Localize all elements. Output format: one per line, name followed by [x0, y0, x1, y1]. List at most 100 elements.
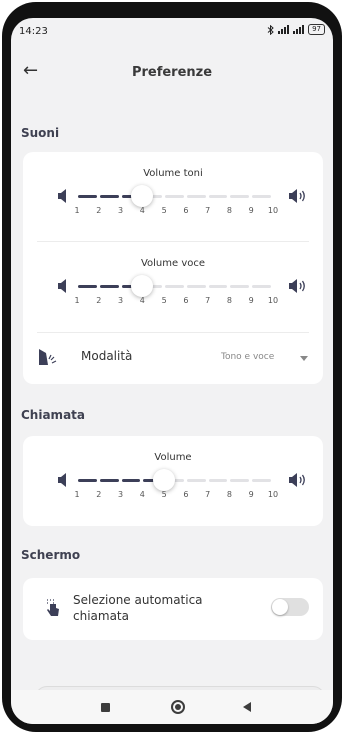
tick-label: 5 — [161, 296, 167, 305]
status-icons: 97 — [267, 24, 325, 35]
screen-card: Selezione automatica chiamata — [23, 578, 323, 640]
phone-frame: 14:23 97 ← Preferenze Suoni Volume toni — [2, 2, 342, 732]
voice-volume-slider[interactable]: Volume voce 1 2 3 4 5 6 7 8 9 10 — [23, 258, 323, 328]
track-segment — [99, 285, 119, 288]
track-segment — [252, 285, 271, 288]
toggle-knob — [272, 599, 288, 615]
volume-low-icon — [58, 279, 66, 293]
tick-label: 1 — [74, 296, 80, 305]
slider-ticks: 1 2 3 4 5 6 7 8 9 10 — [74, 206, 278, 218]
volume-low-icon — [58, 189, 66, 203]
tick-label: 4 — [139, 206, 145, 215]
slider-track[interactable] — [77, 185, 273, 207]
status-bar: 14:23 97 — [11, 18, 333, 44]
tick-label: 1 — [74, 206, 80, 215]
tick-label: 2 — [96, 206, 102, 215]
tone-volume-slider[interactable]: Volume toni 1 2 3 4 5 6 7 8 9 10 — [23, 168, 323, 238]
track-segment — [230, 195, 250, 198]
volume-high-icon — [289, 473, 305, 487]
tick-label: 9 — [248, 206, 254, 215]
volume-high-icon — [289, 279, 305, 293]
track-segment — [165, 285, 184, 288]
tick-label: 6 — [183, 296, 189, 305]
auto-select-label: Selezione automatica chiamata — [73, 593, 203, 623]
track-segment — [252, 195, 271, 198]
track-segment — [165, 195, 184, 198]
track-segment — [78, 479, 97, 482]
track-segment — [121, 479, 141, 482]
track-segment — [186, 285, 206, 288]
track-segment — [230, 285, 250, 288]
back-triangle-icon[interactable] — [243, 702, 251, 712]
tick-label: 7 — [205, 296, 211, 305]
tick-label: 2 — [96, 296, 102, 305]
tick-label: 8 — [226, 206, 232, 215]
tick-label: 5 — [161, 206, 167, 215]
volume-low-icon — [58, 473, 66, 487]
tick-label: 7 — [205, 490, 211, 499]
tick-label: 7 — [205, 206, 211, 215]
tick-label: 5 — [161, 490, 167, 499]
status-time: 14:23 — [19, 26, 48, 37]
track-segment — [99, 195, 119, 198]
tick-label: 4 — [139, 296, 145, 305]
recents-icon[interactable] — [101, 703, 110, 712]
page-title: Preferenze — [131, 65, 213, 80]
track-segment — [208, 285, 228, 288]
signal-icon — [278, 25, 290, 34]
slider-ticks: 1 2 3 4 5 6 7 8 9 10 — [74, 296, 278, 308]
mode-row[interactable]: Modalità Tono e voce — [23, 332, 323, 382]
mode-dropdown-value[interactable]: Tono e voce — [221, 352, 274, 362]
chevron-down-icon[interactable] — [300, 356, 308, 361]
slider-track[interactable] — [77, 469, 273, 491]
section-header-screen: Schermo — [21, 548, 81, 562]
bluetooth-icon — [267, 24, 274, 35]
slider-ticks: 1 2 3 4 5 6 7 8 9 10 — [74, 490, 278, 502]
section-header-call: Chiamata — [21, 408, 85, 422]
tick-label: 10 — [267, 296, 279, 305]
divider — [37, 241, 309, 242]
auto-select-toggle[interactable] — [271, 598, 309, 616]
tap-hand-icon — [47, 599, 59, 616]
tick-label: 9 — [248, 490, 254, 499]
track-segment — [252, 479, 271, 482]
track-segment — [186, 479, 206, 482]
tick-label: 4 — [139, 490, 145, 499]
tick-label: 3 — [118, 490, 124, 499]
slider-thumb[interactable] — [131, 185, 154, 207]
call-volume-label: Volume — [154, 452, 192, 463]
tick-label: 6 — [183, 490, 189, 499]
tone-volume-label: Volume toni — [143, 168, 203, 179]
track-segment — [208, 479, 228, 482]
call-volume-slider[interactable]: Volume 1 2 3 4 5 6 7 8 9 10 — [23, 452, 323, 522]
sounds-card: Volume toni 1 2 3 4 5 6 7 8 9 10 Volume voce — [23, 152, 323, 384]
system-nav-bar — [11, 690, 333, 724]
slider-track[interactable] — [77, 275, 273, 297]
track-segment — [208, 195, 228, 198]
tick-label: 9 — [248, 296, 254, 305]
track-segment — [99, 479, 119, 482]
slider-thumb[interactable] — [153, 469, 176, 491]
home-icon[interactable] — [171, 700, 185, 714]
screen: 14:23 97 ← Preferenze Suoni Volume toni — [11, 18, 333, 724]
track-segment — [78, 195, 97, 198]
mode-label: Modalità — [81, 349, 133, 363]
tick-label: 6 — [183, 206, 189, 215]
section-header-sounds: Suoni — [21, 126, 60, 140]
tick-label: 8 — [226, 296, 232, 305]
voice-volume-label: Volume voce — [140, 258, 206, 269]
tick-label: 3 — [118, 296, 124, 305]
signal-icon-2 — [293, 25, 305, 34]
tick-label: 10 — [267, 206, 279, 215]
call-card: Volume 1 2 3 4 5 6 7 8 9 10 — [23, 436, 323, 526]
app-bar: ← Preferenze — [11, 58, 333, 88]
tick-label: 3 — [118, 206, 124, 215]
tick-label: 8 — [226, 490, 232, 499]
tick-label: 2 — [96, 490, 102, 499]
track-segment — [186, 195, 206, 198]
volume-high-icon — [289, 189, 305, 203]
track-segment — [78, 285, 97, 288]
battery-icon: 97 — [308, 24, 325, 35]
tick-label: 10 — [267, 490, 279, 499]
slider-thumb[interactable] — [131, 275, 154, 297]
